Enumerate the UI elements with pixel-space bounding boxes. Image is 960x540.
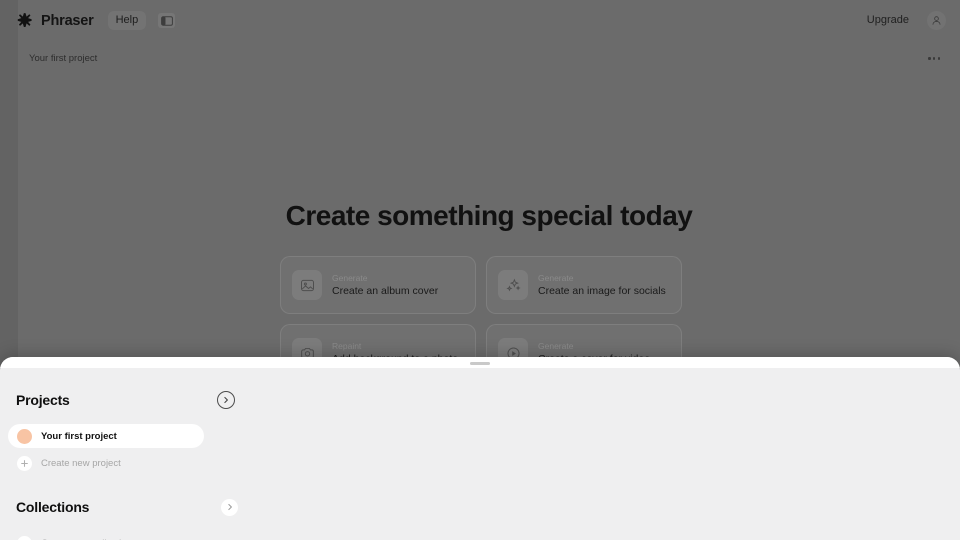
suggestion-card-image-socials[interactable]: Generate Create an image for socials [486, 256, 682, 314]
projects-title: Projects [16, 392, 70, 408]
app-root: Phraser Help Upgrade Your first project [0, 0, 960, 540]
more-horizontal-icon[interactable] [928, 57, 940, 60]
projects-section-header: Projects [0, 387, 960, 413]
user-avatar-icon[interactable] [927, 11, 946, 30]
project-color-dot [17, 428, 32, 444]
projects-expand-button[interactable] [216, 391, 235, 409]
sidebar-toggle-button[interactable] [158, 13, 176, 28]
bottom-sheet: Projects Your first project Create new p… [0, 357, 960, 540]
brand[interactable]: Phraser [17, 12, 94, 29]
image-icon [292, 270, 322, 300]
collections-title: Collections [16, 499, 90, 515]
project-bar: Your first project [18, 41, 960, 76]
upgrade-button[interactable]: Upgrade [859, 11, 917, 30]
sparkle-wand-icon [498, 270, 528, 300]
collections-section-header: Collections [0, 494, 960, 520]
card-kicker: Generate [332, 273, 368, 283]
plus-icon [17, 455, 32, 471]
asterisk-star-icon [17, 12, 34, 29]
page-title: Create something special today [285, 200, 693, 231]
help-button[interactable]: Help [107, 11, 147, 30]
card-title: Create an image for socials [538, 285, 666, 297]
top-bar: Phraser Help Upgrade [17, 0, 960, 41]
drag-handle-icon[interactable] [470, 361, 490, 365]
brand-name: Phraser [41, 12, 94, 29]
collections-expand-button[interactable] [221, 498, 239, 516]
card-title: Create an album cover [332, 285, 439, 297]
sheet-header-strip [0, 357, 960, 368]
create-new-collection-button[interactable]: Create new collection [8, 531, 204, 540]
card-kicker: Generate [538, 273, 574, 283]
plus-icon [17, 535, 32, 540]
card-kicker: Repaint [332, 341, 362, 351]
list-item[interactable]: Your first project [8, 424, 204, 448]
suggestion-card-album-cover[interactable]: Generate Create an album cover [280, 256, 476, 314]
project-label: Your first project [41, 430, 117, 442]
card-kicker: Generate [538, 341, 574, 351]
current-project-name[interactable]: Your first project [29, 53, 97, 64]
create-new-project-label: Create new project [41, 457, 121, 469]
create-new-project-button[interactable]: Create new project [8, 451, 204, 475]
sheet-body: Projects Your first project Create new p… [0, 368, 960, 540]
